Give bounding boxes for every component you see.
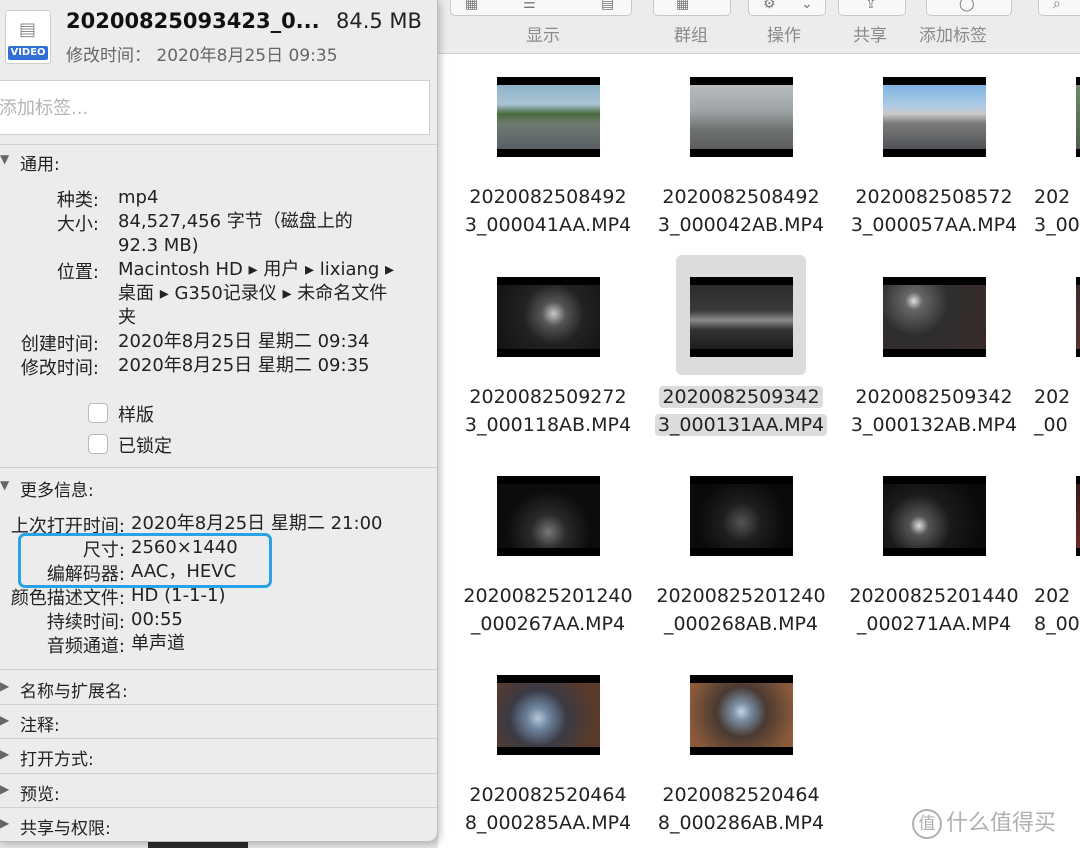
file-name: 2020082508492 3_000041AA.MP4	[464, 186, 632, 236]
header-modified: 修改时间： 2020年8月25日 09:35	[66, 46, 338, 66]
file-thumbnail[interactable]	[1062, 55, 1080, 175]
where-value-line3: 夹	[118, 307, 136, 328]
video-tag: VIDEO	[8, 46, 48, 60]
stationery-checkbox[interactable]	[88, 403, 108, 423]
watermark-text: 什么值得买	[946, 811, 1057, 836]
kind-label: 种类:	[56, 190, 99, 211]
file-size: 84.5 MB	[336, 9, 422, 33]
file-thumbnail[interactable]	[483, 653, 613, 773]
file-name: 2020082509342 3_000132AB.MP4	[850, 386, 1018, 436]
icon-view-icon[interactable]: ▦	[465, 0, 478, 12]
size-label: 大小:	[56, 214, 99, 235]
gear-icon: ⚙	[763, 0, 776, 12]
gallery-view-icon[interactable]: ▤	[601, 0, 614, 12]
chevron-down-icon: ⌄	[801, 0, 813, 12]
file-thumbnail[interactable]	[869, 454, 999, 574]
size-value-line2: 92.3 MB)	[118, 235, 199, 256]
tags-label: 添加标签	[919, 26, 987, 46]
get-info-panel: ▤ VIDEO 20200825093423_0... 84.5 MB 修改时间…	[0, 0, 438, 842]
file-name: 2020082508492 3_000042AB.MP4	[657, 186, 825, 236]
section-general[interactable]: ▼ 通用:	[0, 150, 437, 178]
group-button[interactable]: ▦	[653, 0, 731, 16]
file-title: 20200825093423_0...	[66, 9, 320, 33]
disclosure-closed-icon[interactable]: ▶	[0, 713, 9, 727]
modified-label: 修改时间:	[20, 358, 99, 379]
disclosure-closed-icon[interactable]: ▶	[0, 782, 9, 796]
disclosure-closed-icon[interactable]: ▶	[0, 747, 9, 761]
duration-value: 00:55	[131, 609, 183, 630]
file-name: 2020082509272 3_000118AB.MP4	[464, 386, 632, 436]
file-thumbnail[interactable]	[1062, 454, 1080, 574]
video-file-icon: ▤ VIDEO	[5, 10, 51, 64]
locked-label: 已锁定	[118, 436, 172, 457]
disclosure-closed-icon[interactable]: ▶	[0, 679, 9, 693]
file-thumbnail[interactable]	[869, 55, 999, 175]
modified-value: 2020年8月25日 星期二 09:35	[118, 355, 370, 376]
stationery-label: 样版	[118, 405, 154, 426]
disclosure-open-icon[interactable]: ▼	[0, 152, 9, 166]
file-name: 20200825201440 _000271AA.MP4	[849, 585, 1019, 635]
search-icon: ⌕	[1053, 0, 1061, 12]
section-comments[interactable]: ▶ 注释:	[0, 711, 437, 739]
file-name: 20200825201240 _000267AA.MP4	[463, 585, 633, 635]
where-value-line1: Macintosh HD ▸ 用户 ▸ lixiang ▸	[118, 259, 395, 280]
created-label: 创建时间:	[20, 334, 99, 355]
file-thumbnail-selected[interactable]	[676, 255, 806, 375]
share-label: 共享	[853, 26, 887, 46]
watermark: 值什么值得买	[912, 805, 1056, 839]
file-thumbnail[interactable]	[676, 55, 806, 175]
share-icon: ⇪	[865, 0, 877, 12]
file-thumbnail[interactable]	[1062, 255, 1080, 375]
file-thumbnail[interactable]	[483, 255, 613, 375]
file-name-selected: 2020082509342 3_000131AA.MP4	[646, 383, 836, 439]
share-button[interactable]: ⇪	[838, 0, 906, 16]
where-value-line2: 桌面 ▸ G350记录仪 ▸ 未命名文件	[118, 283, 388, 304]
where-label: 位置:	[56, 262, 99, 283]
action-label: 操作	[767, 26, 801, 46]
file-name: 202 _00	[1034, 386, 1071, 436]
search-button[interactable]: ⌕	[1038, 0, 1080, 16]
watermark-logo: 值	[912, 809, 942, 839]
kind-value: mp4	[118, 187, 159, 208]
file-thumbnail[interactable]	[676, 653, 806, 773]
file-name: 2020082508572 3_000057AA.MP4	[850, 186, 1018, 236]
duration-label: 持续时间:	[46, 612, 125, 633]
file-thumbnail[interactable]	[483, 55, 613, 175]
file-name: 202 8_00	[1034, 585, 1080, 635]
disclosure-open-icon[interactable]: ▼	[0, 478, 9, 492]
group-icon: ▦	[676, 0, 690, 12]
disclosure-closed-icon[interactable]: ▶	[0, 816, 9, 830]
file-grid: 2020082508492 3_000041AA.MP4 202008250849…	[438, 55, 1080, 848]
section-sharing-permissions[interactable]: ▶ 共享与权限:	[0, 814, 437, 841]
audio-channels-value: 单声道	[131, 633, 185, 654]
file-name: 202 3_00	[1034, 186, 1080, 236]
tag-icon: ◯	[959, 0, 975, 12]
tags-button[interactable]: ◯	[926, 0, 1012, 16]
section-more-info[interactable]: ▼ 更多信息:	[0, 476, 437, 504]
locked-checkbox[interactable]	[88, 434, 108, 454]
view-segmented-control[interactable]: ▦ ☰ ▤	[450, 0, 632, 16]
info-header: ▤ VIDEO 20200825093423_0... 84.5 MB 修改时间…	[0, 0, 437, 74]
created-value: 2020年8月25日 星期二 09:34	[118, 331, 370, 352]
tags-input[interactable]	[0, 80, 430, 135]
view-label: 显示	[526, 26, 560, 46]
section-open-with[interactable]: ▶ 打开方式:	[0, 745, 437, 773]
section-name-extension[interactable]: ▶ 名称与扩展名:	[0, 677, 437, 705]
finder-toolbar: ▦ ☰ ▤ 显示 ▦ 群组 ⚙ ⌄ 操作 ⇪ 共享 ◯ 添加标签 ⌕	[438, 0, 1080, 54]
film-icon: ▤	[19, 19, 37, 40]
file-thumbnail[interactable]	[483, 454, 613, 574]
file-name: 2020082520464 8_000286AB.MP4	[657, 784, 825, 834]
group-label: 群组	[674, 26, 708, 46]
list-view-icon[interactable]: ☰	[523, 0, 536, 12]
action-button[interactable]: ⚙ ⌄	[748, 0, 826, 16]
file-name: 2020082520464 8_000285AA.MP4	[464, 784, 632, 834]
file-name: 20200825201240 _000268AB.MP4	[656, 585, 826, 635]
section-preview[interactable]: ▶ 预览:	[0, 780, 437, 808]
file-thumbnail[interactable]	[869, 255, 999, 375]
file-thumbnail[interactable]	[676, 454, 806, 574]
size-value-line1: 84,527,456 字节（磁盘上的	[118, 211, 353, 232]
highlight-annotation-box	[18, 533, 272, 588]
audio-channels-label: 音频通道:	[46, 636, 125, 657]
